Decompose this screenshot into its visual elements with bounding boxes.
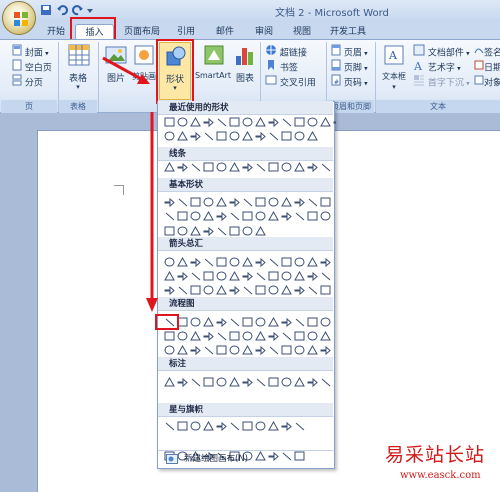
office-button[interactable] [2, 1, 36, 35]
watermark-url: www.easck.com [400, 470, 481, 481]
office-logo-icon [14, 12, 28, 26]
annotation-arrows [102, 56, 158, 312]
insert-to-shapes-arrow [102, 56, 150, 84]
shapes-to-flowchart-arrow [146, 112, 158, 312]
watermark-title: 易采站长站 [385, 444, 486, 466]
